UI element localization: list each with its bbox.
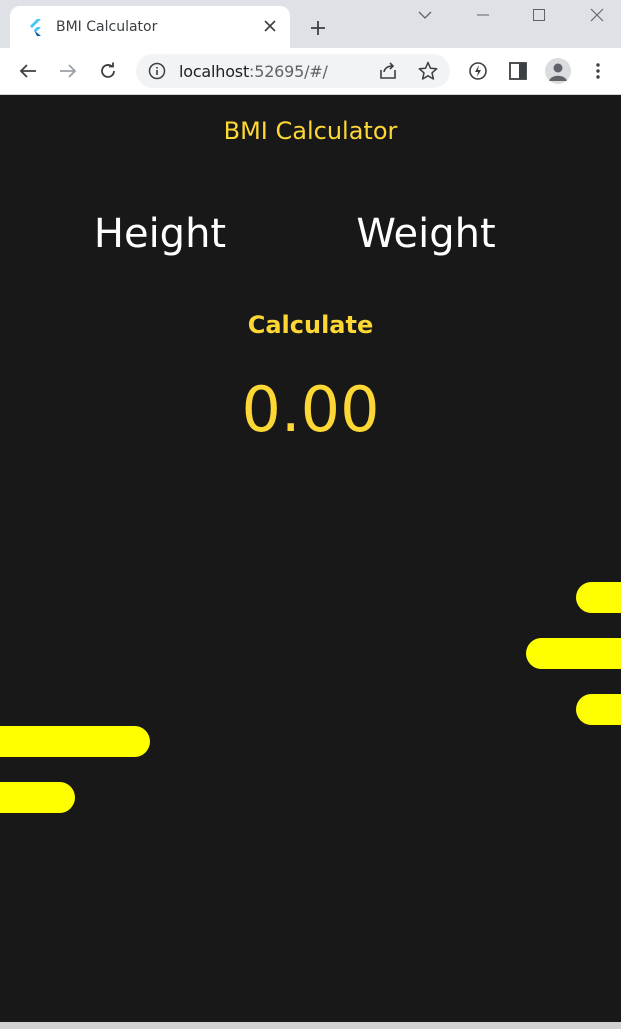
reload-button[interactable] [92,55,124,87]
arrow-left-icon [19,64,36,78]
info-icon[interactable] [148,62,166,80]
close-window-icon [590,8,604,22]
side-panel-icon[interactable] [502,55,534,87]
decor-bar-left-bottom [0,782,75,813]
address-bar[interactable]: localhost:52695/#/ [136,54,450,88]
browser-tab[interactable]: BMI Calculator [10,6,290,48]
window-bottom-edge [0,1022,621,1029]
decor-bar-right-top [576,582,621,613]
decor-bar-right-middle [526,638,621,669]
minimize-button[interactable] [460,0,506,30]
browser-toolbar: localhost:52695/#/ [0,48,621,95]
decor-bar-left-top [0,726,150,757]
app-viewport: BMI Calculator Calculate 0.00 [0,95,621,1022]
tab-search-button[interactable] [402,0,448,30]
tab-strip: BMI Calculator [0,0,621,48]
url-host: localhost [179,62,250,81]
bmi-result: 0.00 [241,373,380,446]
close-window-button[interactable] [574,0,620,30]
close-icon[interactable] [260,16,280,36]
new-tab-button[interactable] [302,12,334,44]
weight-input[interactable] [311,211,541,257]
kebab-menu-icon[interactable] [582,55,614,87]
url-text[interactable]: localhost:52695/#/ [179,62,328,81]
height-input[interactable] [45,211,275,257]
arrow-right-icon [60,64,77,78]
performance-icon[interactable] [462,55,494,87]
plus-icon [311,21,325,35]
chevron-down-icon [418,11,432,19]
browser-window: BMI Calculator localhost:52695/#/ BMI Ca… [0,0,621,1029]
calculate-button[interactable]: Calculate [200,305,421,345]
back-button[interactable] [12,55,44,87]
forward-button[interactable] [52,55,84,87]
url-path: :52695/#/ [249,62,328,81]
avatar-icon[interactable] [545,58,571,84]
app-title: BMI Calculator [223,117,398,145]
reload-icon [101,62,115,78]
share-icon[interactable] [378,61,398,81]
minimize-icon [477,14,489,16]
maximize-button[interactable] [516,0,562,30]
tab-title: BMI Calculator [56,19,158,35]
maximize-icon [533,9,545,21]
decor-bar-right-bottom [576,694,621,725]
star-icon[interactable] [418,61,438,81]
flutter-logo-icon [30,19,41,36]
